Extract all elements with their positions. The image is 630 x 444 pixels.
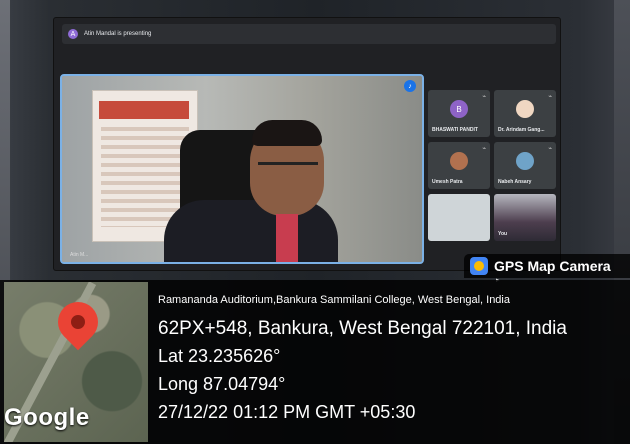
gps-info-panel: Google Ramananda Auditorium,Bankura Samm… — [0, 280, 630, 444]
participant-tile-nabeh[interactable]: ⌁ Nabeh Ansary — [494, 142, 556, 189]
timestamp: 27/12/22 01:12 PM GMT +05:30 — [158, 402, 416, 422]
presenting-text: Atin Mandal is presenting — [84, 31, 152, 37]
latitude: Lat 23.235626° — [158, 346, 281, 366]
longitude: Long 87.04794° — [158, 374, 286, 394]
avatar — [450, 152, 468, 170]
person-hair — [252, 120, 322, 146]
presenter-avatar-icon: A — [68, 29, 78, 39]
gps-map-camera-icon — [470, 257, 488, 275]
participant-tile-group[interactable]: You — [494, 194, 556, 241]
mute-icon: ⌁ — [482, 146, 486, 152]
glasses — [258, 162, 318, 177]
mute-icon: ⌁ — [548, 94, 552, 100]
participant-name: Nabeh Ansary — [498, 179, 532, 185]
participant-tile-photo[interactable] — [428, 194, 490, 241]
participant-name: Dr. Arindam Gang... — [498, 127, 545, 133]
monitor-screen: A Atin Mandal is presenting ♪ Atin M... … — [54, 18, 560, 284]
poster-header — [99, 101, 189, 119]
address-line-1: Ramananda Auditorium,Bankura Sammilani C… — [158, 294, 510, 306]
person-body — [164, 200, 338, 262]
avatar — [516, 152, 534, 170]
address-line-2: 62PX+548, Bankura, West Bengal 722101, I… — [158, 318, 567, 339]
avatar: B — [450, 100, 468, 118]
participant-tile-umesh[interactable]: ⌁ Umesh Patra — [428, 142, 490, 189]
participant-name: Umesh Patra — [432, 179, 463, 185]
gps-app-title: GPS Map Camera — [494, 258, 611, 274]
audio-icon: ♪ — [404, 80, 416, 92]
participant-tile-bhaswati[interactable]: ⌁ B BHASWATI PANDIT — [428, 90, 490, 137]
mute-icon: ⌁ — [548, 146, 552, 152]
map-thumbnail: Google — [4, 282, 148, 442]
google-logo: Google — [4, 404, 90, 431]
presenting-banner: A Atin Mandal is presenting — [62, 24, 556, 44]
gps-overlay: GPS Map Camera Google Ramananda Auditori… — [0, 254, 630, 444]
participant-name: BHASWATI PANDIT — [432, 127, 478, 133]
gps-title-bar: GPS Map Camera — [464, 254, 630, 278]
mute-icon: ⌁ — [482, 94, 486, 100]
main-video-tile[interactable]: ♪ Atin M... — [60, 74, 424, 264]
avatar — [516, 100, 534, 118]
participant-name: You — [498, 231, 508, 237]
participant-tile-arindam[interactable]: ⌁ Dr. Arindam Gang... — [494, 90, 556, 137]
